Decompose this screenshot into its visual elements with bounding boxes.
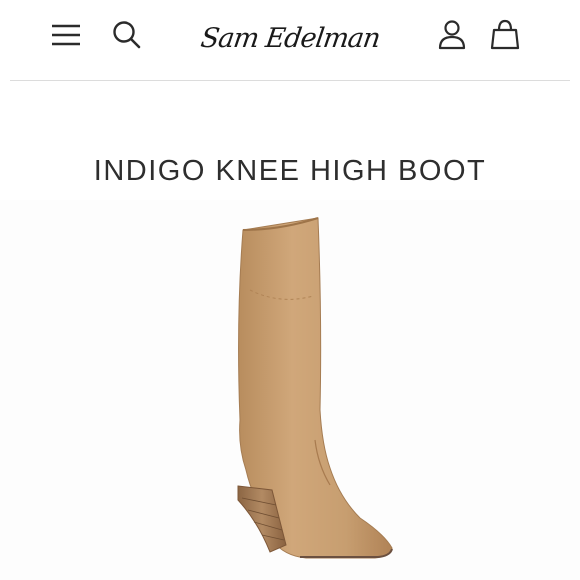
product-image[interactable] (0, 200, 580, 580)
hamburger-menu-icon[interactable] (50, 20, 82, 52)
header-divider (10, 80, 570, 81)
site-header: Sam Edelman (0, 0, 580, 80)
search-icon[interactable] (110, 18, 144, 52)
user-account-icon[interactable] (436, 18, 468, 52)
shopping-bag-icon[interactable] (489, 18, 521, 52)
brand-logo[interactable]: Sam Edelman (196, 14, 383, 66)
knee-high-boot-illustration (237, 217, 393, 559)
product-title: INDIGO KNEE HIGH BOOT (93, 155, 487, 187)
